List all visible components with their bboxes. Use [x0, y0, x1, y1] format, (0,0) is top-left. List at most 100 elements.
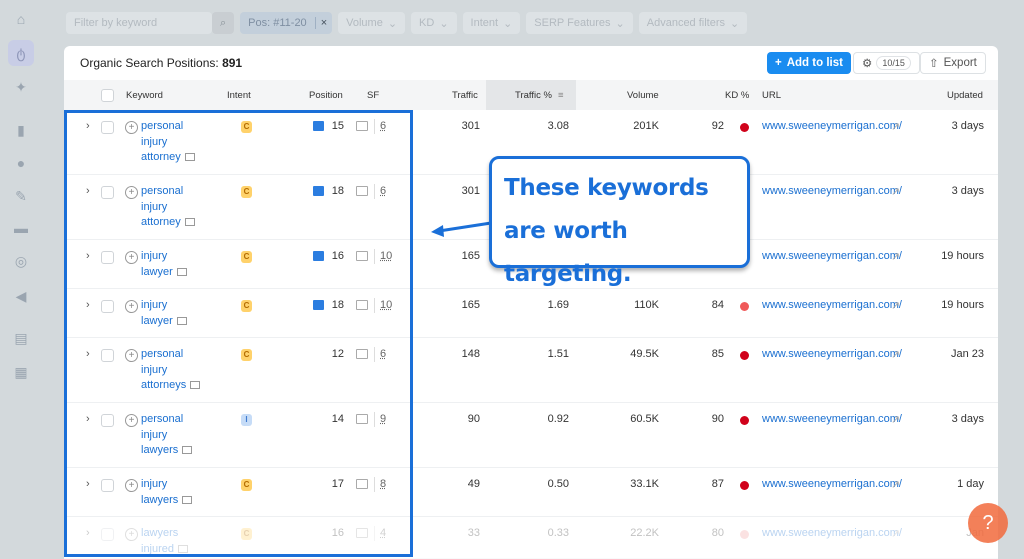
- edit-icon[interactable]: ✎: [8, 183, 34, 209]
- col-updated[interactable]: Updated: [947, 90, 983, 101]
- filter-dropdown[interactable]: Intent ⌄: [462, 12, 521, 34]
- col-position[interactable]: Position: [309, 90, 343, 101]
- external-link-icon[interactable]: ↗: [891, 348, 900, 361]
- kd-difficulty-dot: [740, 416, 749, 425]
- url-link[interactable]: www.sweeneymerrigan.com/: [762, 249, 902, 264]
- keyword-filter-input[interactable]: Filter by keyword: [66, 12, 212, 34]
- kd-difficulty-dot: [740, 123, 749, 132]
- volume-value: 22.2K: [630, 527, 659, 539]
- home-icon[interactable]: ⌂: [8, 6, 34, 32]
- remove-filter-icon[interactable]: ×: [314, 17, 332, 29]
- traffic-pct-value: 1.51: [547, 348, 569, 360]
- updated-value: Jan 23: [950, 348, 984, 360]
- chevron-down-icon: ⌄: [439, 17, 449, 30]
- export-button[interactable]: ⇧ Export: [920, 52, 986, 74]
- positions-count: 891: [222, 56, 243, 70]
- columns-settings-button[interactable]: ⚙ 10/15: [853, 52, 920, 74]
- filter-label: Advanced filters: [646, 17, 726, 29]
- filter-dropdown[interactable]: KD ⌄: [411, 12, 457, 34]
- updated-value: 3 days: [951, 120, 984, 132]
- kd-value: 90: [711, 413, 724, 425]
- filter-label: Volume: [346, 17, 383, 29]
- external-link-icon[interactable]: ↗: [891, 413, 900, 426]
- external-link-icon[interactable]: ↗: [891, 478, 900, 491]
- card-title: Organic Search Positions: 891: [80, 56, 243, 70]
- apps-icon[interactable]: ▦: [8, 359, 34, 385]
- col-sf[interactable]: SF: [367, 90, 379, 101]
- traffic-pct-value: 0.50: [547, 478, 569, 490]
- annotation-callout: These keywords are worth targeting.: [489, 156, 750, 287]
- external-link-icon[interactable]: ↗: [891, 299, 900, 312]
- filter-dropdown[interactable]: SERP Features ⌄: [526, 12, 633, 34]
- url-link[interactable]: www.sweeneymerrigan.com/: [762, 184, 902, 199]
- traffic-pct-value: 0.33: [547, 527, 569, 539]
- help-button[interactable]: ?: [968, 503, 1008, 543]
- volume-value: 110K: [634, 299, 659, 311]
- filter-label: SERP Features: [534, 17, 611, 29]
- select-all-checkbox[interactable]: [101, 89, 114, 102]
- add-to-list-button[interactable]: + Add to list: [767, 52, 851, 74]
- sort-icon[interactable]: ≡: [558, 90, 564, 101]
- kd-value: 87: [711, 478, 724, 490]
- chevron-down-icon: ⌄: [730, 17, 740, 30]
- col-traffic-pct[interactable]: Traffic %: [515, 90, 552, 101]
- message-icon[interactable]: ▬: [8, 215, 34, 241]
- url-link[interactable]: www.sweeneymerrigan.com/: [762, 477, 902, 492]
- kd-difficulty-dot: [740, 351, 749, 360]
- document-icon[interactable]: ▤: [8, 325, 34, 351]
- filter-label: KD: [419, 17, 435, 29]
- chevron-down-icon: ⌄: [503, 17, 513, 30]
- traffic-value: 148: [461, 348, 480, 360]
- highlight-box: [64, 110, 413, 557]
- kd-value: 92: [711, 120, 724, 132]
- col-kd[interactable]: KD %: [725, 90, 749, 101]
- position-filter-label: Pos: #11-20: [248, 17, 307, 29]
- kd-difficulty-dot: [740, 302, 749, 311]
- col-url[interactable]: URL: [762, 90, 781, 101]
- traffic-value: 49: [467, 478, 480, 490]
- filter-bar: Filter by keyword ⌕ Pos: #11-20 × Volume ⌄…: [66, 12, 748, 34]
- sparkle-icon[interactable]: ✦: [8, 74, 34, 100]
- positions-icon[interactable]: ტ: [8, 40, 34, 66]
- col-traffic[interactable]: Traffic: [452, 90, 478, 101]
- target-icon[interactable]: ◎: [8, 248, 34, 274]
- table-header: Keyword Intent Position SF Traffic Traff…: [64, 80, 998, 110]
- upload-icon: ⇧: [929, 58, 939, 70]
- external-link-icon[interactable]: ↗: [891, 120, 900, 133]
- url-link[interactable]: www.sweeneymerrigan.com/: [762, 347, 902, 362]
- col-keyword[interactable]: Keyword: [126, 90, 163, 101]
- kd-difficulty-dot: [740, 530, 749, 539]
- external-link-icon[interactable]: ↗: [891, 185, 900, 198]
- external-link-icon[interactable]: ↗: [891, 250, 900, 263]
- volume-value: 33.1K: [630, 478, 659, 490]
- col-intent[interactable]: Intent: [227, 90, 251, 101]
- arrow-icon: [431, 221, 492, 237]
- gear-icon: ⚙: [862, 58, 873, 70]
- filter-dropdown[interactable]: Volume ⌄: [338, 12, 406, 34]
- traffic-pct-value: 3.08: [547, 120, 569, 132]
- bar-chart-icon[interactable]: ▮: [8, 117, 34, 143]
- kd-value: 85: [711, 348, 724, 360]
- url-link[interactable]: www.sweeneymerrigan.com/: [762, 298, 902, 313]
- filter-dropdown[interactable]: Advanced filters ⌄: [638, 12, 748, 34]
- traffic-value: 165: [461, 250, 480, 262]
- volume-value: 49.5K: [630, 348, 659, 360]
- megaphone-icon[interactable]: ◀: [8, 283, 34, 309]
- updated-value: 3 days: [951, 185, 984, 197]
- url-link[interactable]: www.sweeneymerrigan.com/: [762, 119, 902, 134]
- url-link[interactable]: www.sweeneymerrigan.com/: [762, 412, 902, 427]
- col-volume[interactable]: Volume: [627, 90, 659, 101]
- volume-value: 60.5K: [630, 413, 659, 425]
- traffic-value: 301: [461, 120, 480, 132]
- filter-label: Intent: [470, 17, 499, 29]
- url-link[interactable]: www.sweeneymerrigan.com/: [762, 526, 902, 541]
- traffic-value: 301: [461, 185, 480, 197]
- external-link-icon[interactable]: ↗: [891, 527, 900, 540]
- traffic-value: 165: [461, 299, 480, 311]
- volume-value: 201K: [633, 120, 659, 132]
- location-icon[interactable]: ●: [8, 150, 34, 176]
- search-icon[interactable]: ⌕: [212, 12, 235, 34]
- position-filter-chip[interactable]: Pos: #11-20 ×: [240, 12, 333, 34]
- traffic-pct-value: 0.92: [547, 413, 569, 425]
- sidebar: ⌂ ტ ✦ ▮ ● ✎ ▬ ◎ ◀ ▤ ▦: [0, 0, 40, 559]
